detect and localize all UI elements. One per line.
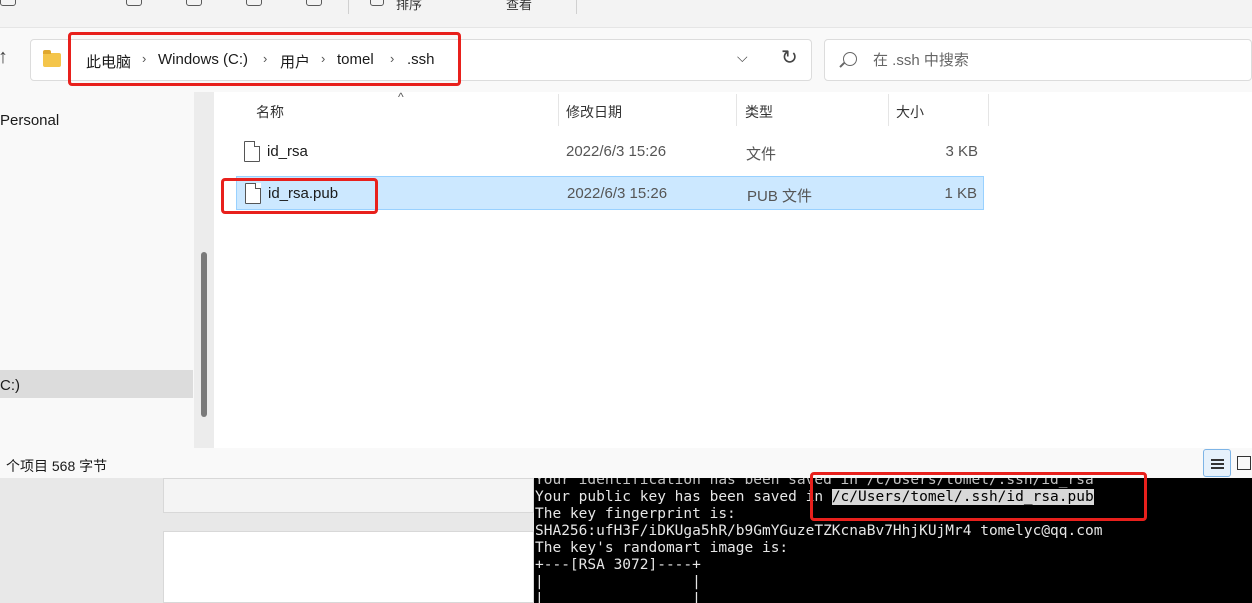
terminal-line: | | [535, 591, 701, 603]
delete-icon[interactable] [246, 0, 262, 6]
large-icons-view-button[interactable] [1237, 456, 1251, 470]
column-divider[interactable] [888, 94, 889, 126]
sort-button[interactable]: 排序 [396, 0, 422, 13]
details-view-button[interactable] [1203, 449, 1231, 477]
column-divider[interactable] [988, 94, 989, 126]
search-input[interactable] [873, 49, 1233, 71]
command-bar: 排序 查看 [0, 0, 1252, 28]
file-list: ^ 名称 修改日期 类型 大小 id_rsa 2022/6/3 15:26 文件… [214, 90, 1252, 448]
file-type: 文件 [746, 146, 777, 163]
toolbar-separator [348, 0, 349, 14]
file-row-id-rsa[interactable]: id_rsa 2022/6/3 15:26 文件 3 KB [236, 135, 984, 169]
file-row-id-rsa-pub[interactable]: id_rsa.pub 2022/6/3 15:26 PUB 文件 1 KB [236, 176, 984, 210]
file-size: 3 KB [945, 143, 978, 160]
file-name: id_rsa.pub [268, 185, 339, 202]
search-box[interactable] [824, 39, 1252, 81]
terminal-line: The key fingerprint is: [535, 506, 736, 522]
chevron-right-icon[interactable]: › [142, 51, 146, 66]
terminal-window[interactable]: Your identification has been saved in /c… [534, 478, 1252, 603]
column-header-type[interactable]: 类型 [745, 102, 773, 122]
toolbar-separator [576, 0, 577, 14]
nav-scrollbar-thumb[interactable] [201, 252, 207, 417]
status-text: 个项目 568 字节 [6, 458, 108, 474]
terminal-line: | | [535, 574, 701, 590]
up-arrow-icon[interactable]: ↑ [0, 46, 8, 69]
breadcrumb-users[interactable]: 用户 [280, 51, 310, 72]
column-header-date[interactable]: 修改日期 [566, 102, 622, 122]
terminal-line: The key's randomart image is: [535, 540, 789, 556]
breadcrumb-tomel[interactable]: tomel [337, 51, 374, 68]
column-divider[interactable] [558, 94, 559, 126]
breadcrumb-ssh[interactable]: .ssh [407, 51, 435, 68]
column-divider[interactable] [736, 94, 737, 126]
chevron-right-icon[interactable]: › [321, 51, 325, 66]
sort-ascending-icon: ^ [398, 90, 404, 104]
share-icon[interactable] [186, 0, 202, 6]
nav-item-drive-label[interactable]: C:) [0, 377, 20, 394]
folder-icon [43, 50, 61, 67]
chevron-down-icon[interactable]: ⌵ [737, 49, 748, 66]
refresh-icon[interactable]: ↻ [781, 45, 798, 70]
address-bar[interactable]: 此电脑 › Windows (C:) › 用户 › tomel › .ssh ⌵… [30, 39, 812, 81]
nav-item-personal[interactable]: Personal [0, 112, 59, 129]
status-bar: 个项目 568 字节 [0, 448, 1252, 478]
nav-item-drive-selected[interactable] [0, 370, 193, 398]
search-icon [843, 52, 857, 66]
column-header-size[interactable]: 大小 [896, 102, 924, 122]
file-name: id_rsa [267, 143, 308, 160]
terminal-text: Your public key has been saved in [535, 489, 832, 505]
sort-icon[interactable] [370, 0, 384, 6]
more-icon[interactable] [306, 0, 322, 6]
column-header-name[interactable]: 名称 [256, 102, 284, 122]
terminal-line: +---[RSA 3072]----+ [535, 557, 701, 573]
file-icon [245, 183, 261, 204]
file-type: PUB 文件 [747, 188, 813, 205]
background-document [0, 478, 534, 603]
address-row: ↑ 此电脑 › Windows (C:) › 用户 › tomel › .ssh… [0, 28, 1252, 92]
breadcrumb-this-pc[interactable]: 此电脑 [86, 51, 131, 72]
terminal-line: SHA256:ufH3F/iDKUga5hR/b9GmYGuzeTZKcnaBv… [535, 523, 1103, 539]
breadcrumb-windows-c[interactable]: Windows (C:) [158, 51, 248, 68]
terminal-line-public-key: Your public key has been saved in /c/Use… [535, 489, 1094, 506]
chevron-right-icon[interactable]: › [390, 51, 394, 66]
file-date: 2022/6/3 15:26 [566, 143, 667, 160]
background-panel [163, 478, 534, 513]
navigation-pane: Personal C:) [0, 92, 214, 448]
chevron-right-icon[interactable]: › [263, 51, 267, 66]
copy-icon[interactable] [0, 0, 16, 6]
view-button[interactable]: 查看 [506, 0, 532, 13]
terminal-selected-path[interactable]: /c/Users/tomel/.ssh/id_rsa.pub [831, 489, 1094, 505]
file-icon [244, 141, 260, 162]
paste-icon[interactable] [126, 0, 142, 6]
terminal-line: Your identification has been saved in /c… [535, 478, 1094, 488]
file-explorer-window: 排序 查看 ↑ 此电脑 › Windows (C:) › 用户 › tomel … [0, 0, 1252, 478]
background-panel [163, 531, 534, 603]
file-size: 1 KB [944, 185, 977, 202]
file-date: 2022/6/3 15:26 [567, 185, 668, 202]
